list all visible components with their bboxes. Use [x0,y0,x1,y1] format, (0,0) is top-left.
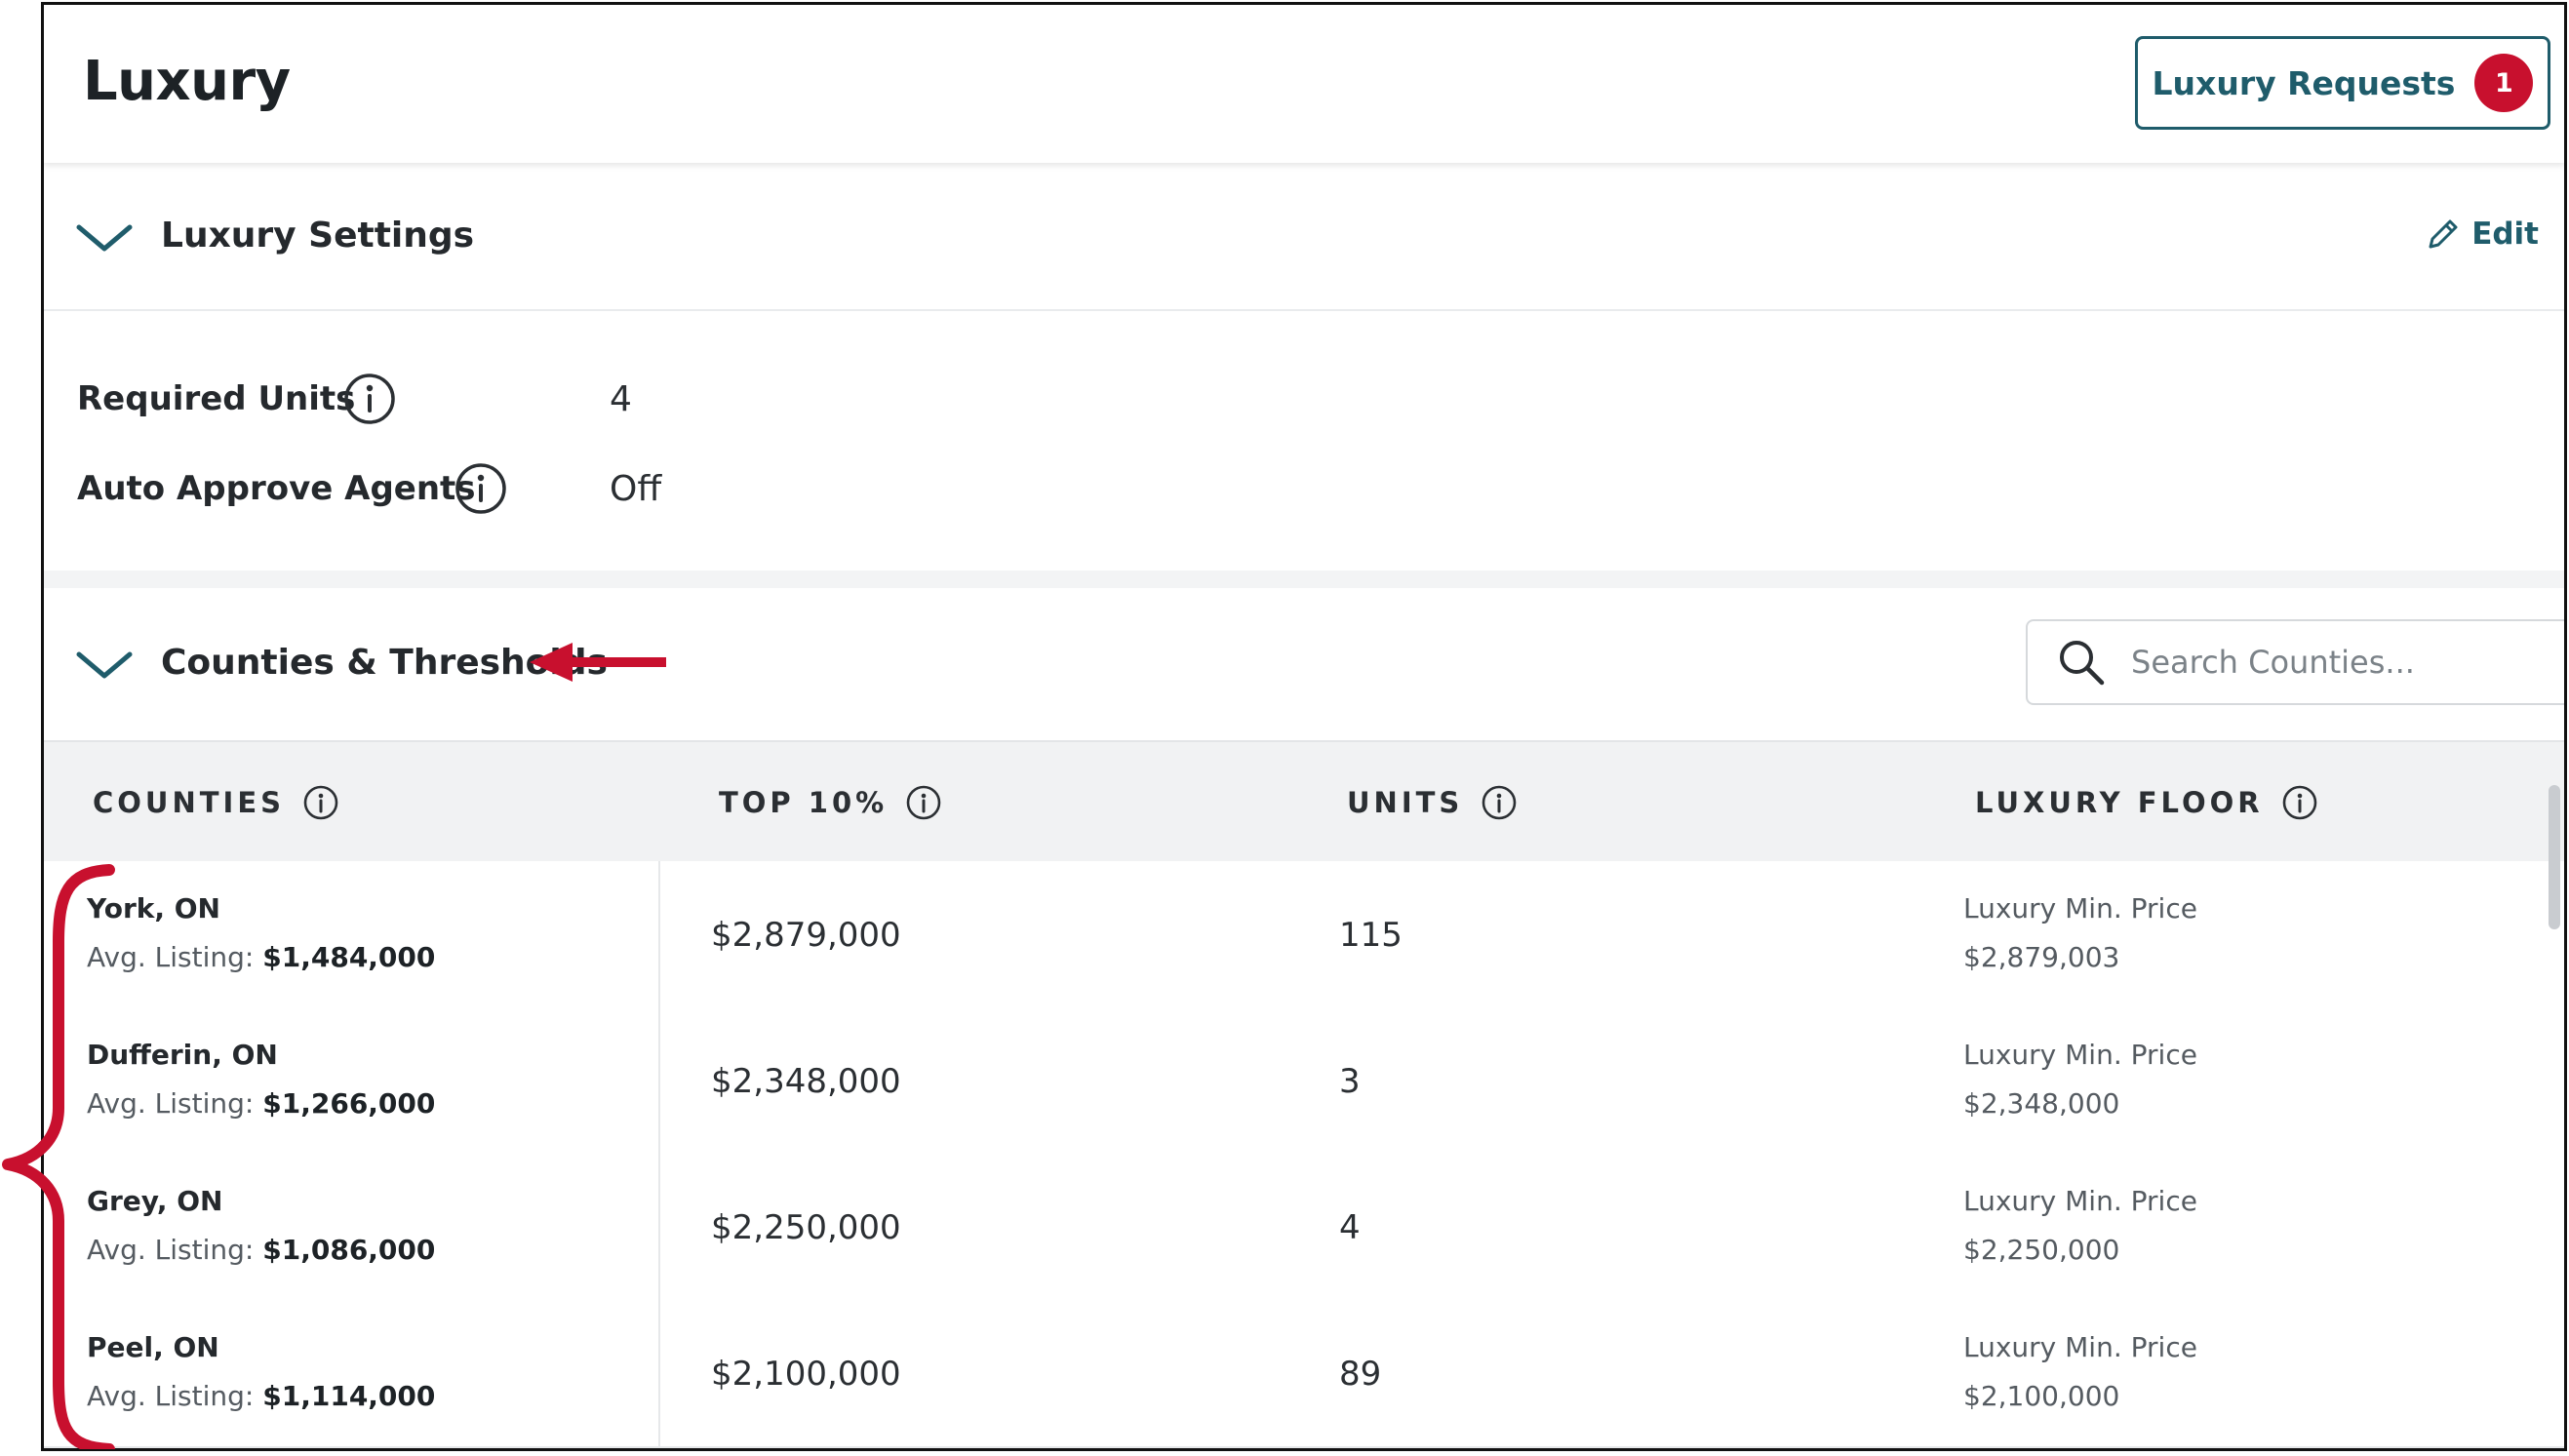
luxury-settings-title[interactable]: Luxury Settings [161,216,474,256]
table-scrollbar[interactable] [2549,785,2560,929]
required-units-label: Required Units [77,379,356,418]
county-cell: York, ON Avg. Listing: $1,484,000 [44,861,660,1007]
divider [44,309,2564,311]
auto-approve-agents-value: Off [610,469,662,509]
column-header-label: COUNTIES [93,786,286,819]
info-icon[interactable] [302,784,339,821]
avg-listing-value: $1,114,000 [262,1380,436,1412]
avg-listing-value: $1,086,000 [262,1234,436,1266]
column-header-luxury-floor[interactable]: LUXURY FLOOR [1975,742,2318,863]
top10-value: $2,879,000 [711,916,901,955]
top10-value: $2,348,000 [711,1062,901,1101]
column-header-counties[interactable]: COUNTIES [93,742,339,863]
units-value: 115 [1339,916,1403,955]
county-cell: Peel, ON Avg. Listing: $1,114,000 [44,1300,660,1446]
luxury-floor-label: Luxury Min. Price [1963,1331,2197,1363]
info-icon[interactable] [905,784,942,821]
table-row[interactable]: Grey, ON Avg. Listing: $1,086,000 $2,250… [44,1154,2564,1302]
table-header: COUNTIES TOP 10% UNITS LUXURY FLOOR [44,740,2564,865]
avg-listing: Avg. Listing: $1,114,000 [87,1380,435,1412]
luxury-requests-label: Luxury Requests [2152,63,2456,102]
info-icon[interactable] [2281,784,2318,821]
units-value: 3 [1339,1062,1361,1101]
page-header: Luxury Luxury Requests 1 [44,5,2564,163]
column-header-top10[interactable]: TOP 10% [719,742,942,863]
luxury-page: Luxury Luxury Requests 1 Luxury Settings… [41,2,2567,1451]
edit-label: Edit [2471,216,2539,252]
county-cell: Dufferin, ON Avg. Listing: $1,266,000 [44,1007,660,1154]
units-value: 89 [1339,1355,1382,1394]
table-row[interactable]: Peel, ON Avg. Listing: $1,114,000 $2,100… [44,1300,2564,1448]
setting-label: Auto Approve Agents [77,469,476,508]
setting-label: Required Units [77,379,355,418]
chevron-down-icon[interactable] [73,217,136,256]
avg-listing-value: $1,484,000 [262,941,436,973]
luxury-requests-button[interactable]: Luxury Requests 1 [2135,36,2550,130]
column-header-units[interactable]: UNITS [1347,742,1518,863]
required-units-value: 4 [610,379,632,419]
section-separator [44,571,2564,588]
avg-listing: Avg. Listing: $1,086,000 [87,1234,435,1266]
column-header-label: LUXURY FLOOR [1975,786,2264,819]
search-counties-box[interactable] [2026,619,2564,705]
avg-listing-value: $1,266,000 [262,1087,436,1120]
luxury-settings-header: Luxury Settings Edit [44,163,2564,309]
requests-count-badge: 1 [2474,54,2534,112]
luxury-floor-label: Luxury Min. Price [1963,892,2197,925]
table-row[interactable]: Dufferin, ON Avg. Listing: $1,266,000 $2… [44,1007,2564,1156]
luxury-floor-value: $2,250,000 [1963,1234,2120,1266]
info-icon[interactable] [1481,784,1518,821]
luxury-floor-value: $2,879,003 [1963,941,2120,973]
info-icon[interactable] [454,461,508,516]
edit-settings-button[interactable]: Edit [2425,216,2539,253]
column-header-label: TOP 10% [719,786,889,819]
luxury-floor-value: $2,100,000 [1963,1380,2120,1412]
luxury-floor-label: Luxury Min. Price [1963,1039,2197,1071]
info-icon[interactable] [342,372,397,426]
units-value: 4 [1339,1208,1361,1247]
chevron-down-icon[interactable] [73,645,136,684]
search-icon [2060,641,2105,686]
top10-value: $2,100,000 [711,1355,901,1394]
luxury-floor-label: Luxury Min. Price [1963,1185,2197,1217]
auto-approve-agents-label: Auto Approve Agents [77,469,476,508]
top10-value: $2,250,000 [711,1208,901,1247]
table-row[interactable]: York, ON Avg. Listing: $1,484,000 $2,879… [44,861,2564,1009]
avg-listing: Avg. Listing: $1,484,000 [87,941,435,973]
annotation-brace [2,864,115,1449]
column-header-label: UNITS [1347,786,1464,819]
pencil-icon [2429,219,2458,249]
avg-listing: Avg. Listing: $1,266,000 [87,1087,435,1120]
luxury-floor-value: $2,348,000 [1963,1087,2120,1120]
page-title: Luxury [83,50,291,113]
search-counties-input[interactable] [2129,643,2543,682]
county-cell: Grey, ON Avg. Listing: $1,086,000 [44,1154,660,1300]
annotation-arrow [530,643,666,682]
